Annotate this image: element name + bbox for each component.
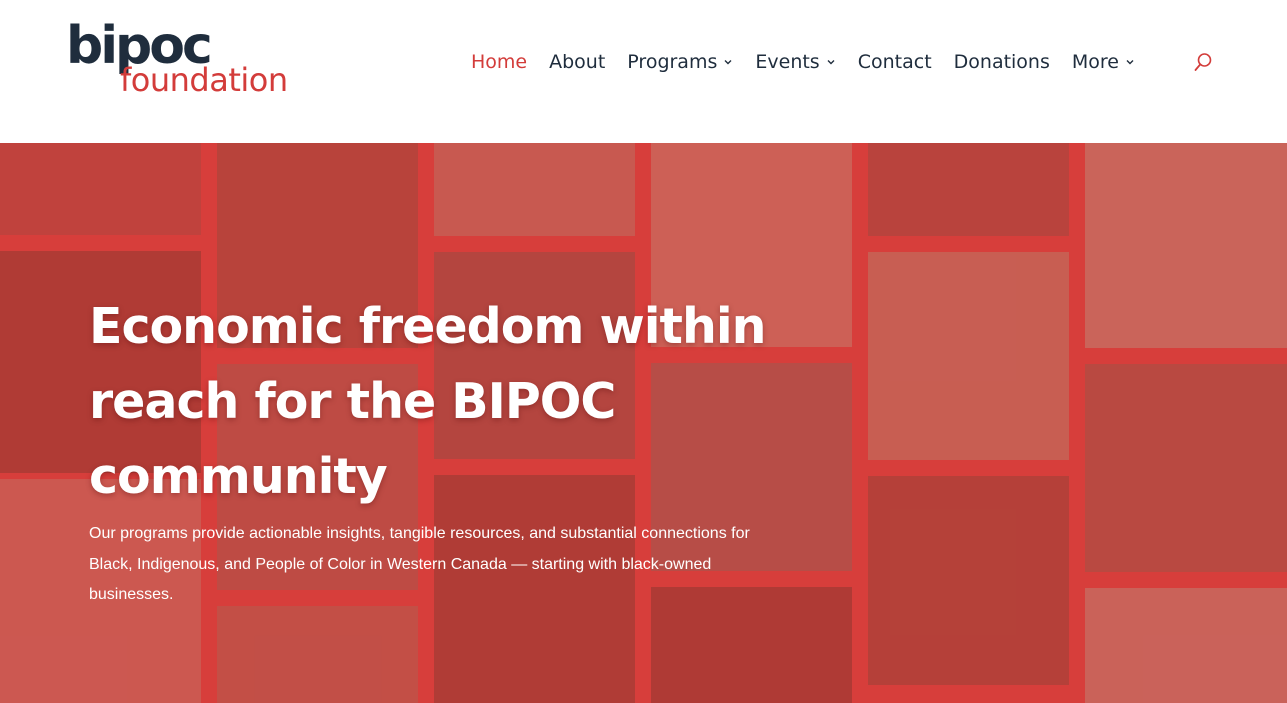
hero-section: Economic freedom within reach for the BI…: [0, 143, 1287, 703]
hero-title: Economic freedom within reach for the BI…: [89, 298, 767, 505]
nav-item-donations-label: Donations: [953, 51, 1050, 73]
nav-item-events[interactable]: Events: [755, 51, 835, 73]
site-header: bipoc foundation Home About Programs Eve…: [0, 0, 1287, 143]
bipoc-foundation-logo[interactable]: bipoc foundation: [66, 20, 316, 102]
nav-item-events-label: Events: [755, 51, 820, 73]
nav-item-about[interactable]: About: [549, 51, 605, 73]
logo-wordmark-foundation: foundation: [120, 61, 288, 99]
nav-item-contact[interactable]: Contact: [858, 51, 932, 73]
chevron-down-icon: [1126, 60, 1134, 65]
nav-item-more-label: More: [1071, 51, 1119, 73]
main-nav: Home About Programs Events Contact Donat…: [471, 46, 1157, 78]
nav-item-home[interactable]: Home: [471, 51, 527, 73]
search-icon[interactable]: [1193, 52, 1213, 72]
chevron-down-icon: [827, 60, 835, 65]
nav-item-programs-label: Programs: [627, 51, 718, 73]
nav-item-programs[interactable]: Programs: [627, 51, 733, 73]
nav-item-home-label: Home: [471, 51, 528, 73]
chevron-down-icon: [724, 60, 732, 65]
nav-item-more[interactable]: More: [1072, 51, 1135, 73]
hero-description: Our programs provide actionable insights…: [89, 525, 750, 603]
nav-item-about-label: About: [549, 51, 606, 73]
nav-item-donations[interactable]: Donations: [954, 51, 1050, 73]
nav-item-contact-label: Contact: [857, 51, 932, 73]
